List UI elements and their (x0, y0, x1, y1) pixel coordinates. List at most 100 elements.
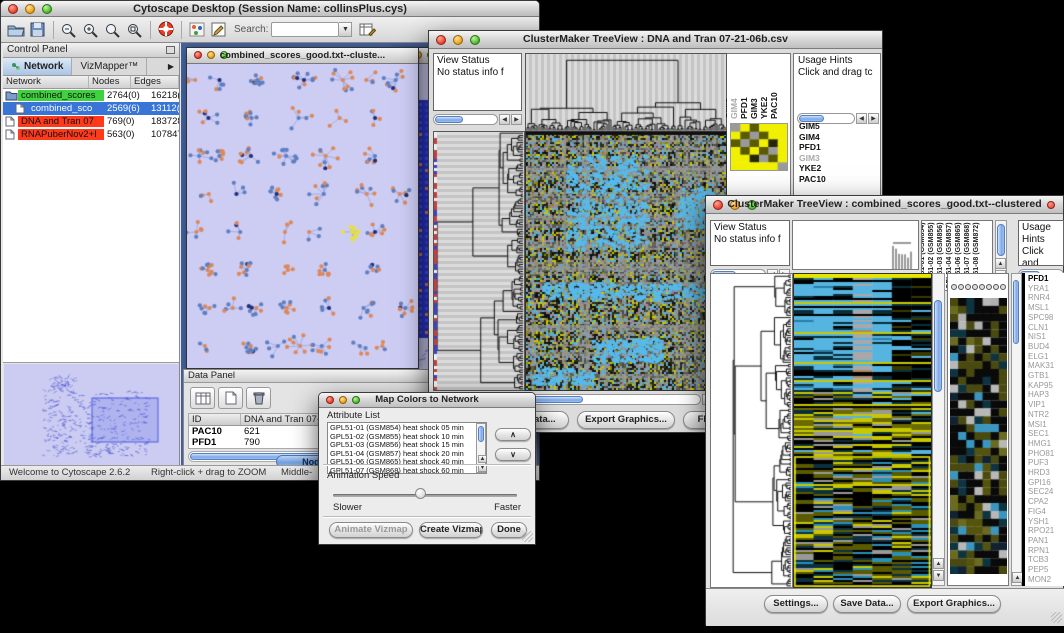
tab-overflow-arrow[interactable]: ▶ (163, 58, 179, 75)
control-panel-title: Control Panel (7, 44, 68, 55)
network-view-1-canvas[interactable] (187, 64, 418, 368)
scroll-thumb[interactable] (997, 224, 1005, 256)
search-input[interactable] (271, 22, 339, 37)
attribute-browser-icon[interactable] (356, 20, 378, 40)
gene-name: PEP5 (1028, 565, 1054, 575)
gene-name: PUF3 (1028, 458, 1054, 468)
scroll-right-button[interactable]: ▶ (511, 114, 522, 125)
status-welcome: Welcome to Cytoscape 2.6.2 (9, 467, 130, 478)
search-dropdown[interactable]: ▼ (339, 22, 352, 37)
heatmap-hscrollbar[interactable]: ◀ ▶ (525, 393, 725, 406)
resize-grip[interactable] (522, 531, 533, 542)
row-dendrogram[interactable] (710, 273, 793, 588)
usage-hints-panel: Usage Hints Click and (1018, 220, 1064, 266)
attribute-list-scrollbar[interactable]: ▲ ▼ (476, 423, 486, 473)
dialog-titlebar[interactable]: Map Colors to Network (319, 393, 535, 408)
attribute-listbox[interactable]: GPL51-01 (GSM854) heat shock 05 minGPL51… (327, 422, 487, 474)
network-row[interactable]: combined_scores2764(0)16218(0) (3, 89, 179, 102)
zoom-fit-icon[interactable] (124, 20, 146, 40)
gene-name: GPI16 (1028, 478, 1054, 488)
move-down-button[interactable]: ∨ (495, 448, 531, 461)
table-options-icon[interactable] (190, 387, 215, 409)
heatmap-vscrollbar[interactable] (932, 273, 945, 586)
birdseye-overview[interactable] (4, 364, 179, 466)
network-row[interactable]: combined_sco2569(6)13112(15) (3, 102, 179, 115)
gene-name: CLN1 (1028, 323, 1054, 333)
folder-icon (5, 90, 18, 101)
document-icon (15, 103, 28, 114)
network-nodes: 769(0) (104, 116, 148, 127)
gene-name: PFD1 (799, 142, 826, 153)
zoom-out-icon[interactable] (58, 20, 80, 40)
main-titlebar[interactable]: Cytoscape Desktop (Session Name: collins… (1, 1, 539, 17)
gene-name: ELG1 (1028, 352, 1054, 362)
scroll-right-button[interactable]: ▶ (868, 113, 879, 124)
gene-name: SPC98 (1028, 313, 1054, 323)
gene-list-scrollbar[interactable] (1011, 273, 1022, 586)
zoom-selected-icon[interactable] (102, 20, 124, 40)
gene-name: RPO21 (1028, 526, 1054, 536)
heatmap-view[interactable] (793, 273, 932, 588)
gene-list-panel: PFD1YRA1RNR4MSL1SPC98CLN1NIS1BUD4ELG1MAK… (1022, 273, 1064, 586)
zoom-in-icon[interactable] (80, 20, 102, 40)
move-up-button[interactable]: ∧ (495, 428, 531, 441)
treeview1-title: ClusterMaker TreeView : DNA and Tran 07-… (429, 33, 882, 45)
tab-network[interactable]: Network (3, 58, 72, 75)
network-row[interactable]: DNA and Tran 07769(0)183728(0) (3, 115, 179, 128)
float-panel-icon[interactable] (166, 46, 175, 54)
document-icon (5, 116, 18, 127)
view-status-scrollbar[interactable]: ◀ ▶ (433, 113, 522, 126)
resize-grip[interactable] (1051, 612, 1062, 623)
document-icon (5, 129, 18, 140)
scroll-left-button[interactable]: ◀ (856, 113, 867, 124)
gene-name: VIP1 (1028, 400, 1054, 410)
scroll-down-button[interactable]: ▼ (933, 570, 944, 581)
scroll-left-button[interactable]: ◀ (499, 114, 510, 125)
column-label: GIM4 (729, 57, 739, 119)
scroll-thumb[interactable] (934, 300, 942, 392)
gene-name: NIS1 (1028, 332, 1054, 342)
tab-vizmapper[interactable]: VizMapper™ (72, 58, 147, 75)
save-icon[interactable] (27, 20, 49, 40)
scroll-thumb[interactable] (478, 426, 484, 442)
treeview2-button-export-graphics-[interactable]: Export Graphics... (907, 595, 1001, 613)
gene-name: PAC10 (799, 174, 826, 185)
gene-name: SEC1 (1028, 429, 1054, 439)
column-dot (1000, 284, 1006, 290)
scroll-up-button[interactable]: ▲ (995, 258, 1006, 269)
scroll-up-button[interactable]: ▲ (478, 455, 487, 463)
treeview2-button-save-data-[interactable]: Save Data... (833, 595, 901, 613)
network-list-empty-area (3, 141, 179, 363)
gene-name: MON2 (1028, 575, 1054, 585)
treeview1-button-export-graphics-[interactable]: Export Graphics... (577, 411, 675, 429)
cluster-matrix-thumbnail[interactable] (730, 123, 788, 171)
network-edges: 13112(15) (148, 103, 179, 114)
treeview2-button-settings-[interactable]: Settings... (764, 595, 828, 613)
scroll-up-button[interactable]: ▲ (933, 558, 944, 569)
treeview2-title: ClusterMaker TreeView : combined_scores_… (706, 198, 1063, 210)
gene-name: RPN1 (1028, 546, 1054, 556)
heatmap-view[interactable] (525, 131, 727, 391)
help-lifesaver-icon[interactable] (155, 20, 177, 40)
dialog-button-create-vizmap[interactable]: Create Vizmap (419, 522, 483, 538)
scroll-thumb[interactable] (1013, 280, 1019, 344)
open-icon[interactable] (5, 20, 27, 40)
delete-attribute-icon[interactable] (246, 387, 271, 409)
column-dendrogram-area[interactable] (792, 220, 919, 270)
column-dendrogram[interactable] (525, 53, 727, 133)
row-dendrogram[interactable] (433, 131, 525, 391)
control-panel-header: Control Panel (3, 43, 179, 58)
new-attribute-icon[interactable] (218, 387, 243, 409)
zoom-heatmap[interactable] (950, 298, 1007, 574)
column-dot (986, 284, 992, 290)
network-nodes: 2569(6) (104, 103, 148, 114)
treeview2-titlebar[interactable]: ClusterMaker TreeView : combined_scores_… (706, 196, 1063, 214)
scroll-down-button[interactable]: ▼ (478, 464, 487, 472)
network-row[interactable]: RNAPuberNov2+I563(0)107847(0) (3, 128, 179, 141)
vizmapper-icon[interactable] (186, 20, 208, 40)
gene-name: HAP3 (1028, 390, 1054, 400)
network-window1-titlebar[interactable]: combined_scores_good.txt--cluste... (187, 48, 418, 64)
annotation-icon[interactable] (208, 20, 230, 40)
slider-thumb[interactable] (415, 488, 426, 499)
treeview1-titlebar[interactable]: ClusterMaker TreeView : DNA and Tran 07-… (429, 31, 882, 49)
